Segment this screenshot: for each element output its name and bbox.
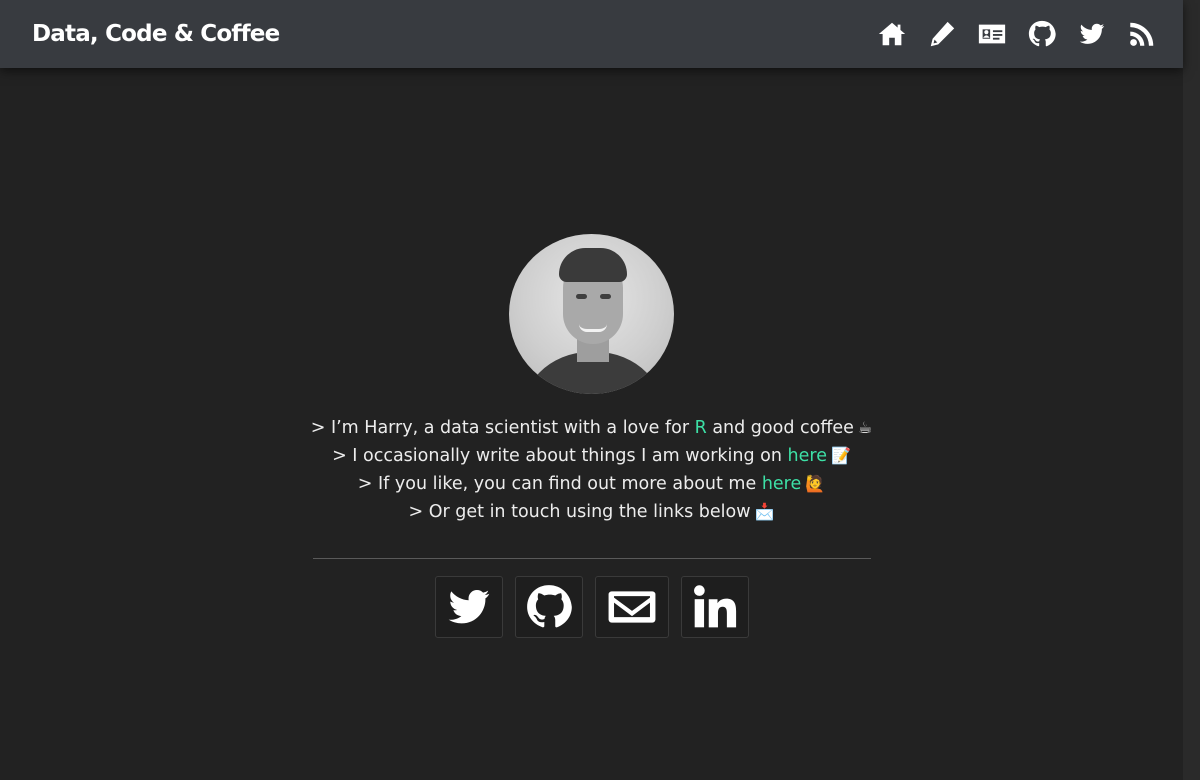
email-button[interactable]: [594, 576, 669, 638]
hero-section: > I’m Harry, a data scientist with a lov…: [0, 234, 1183, 638]
home-icon[interactable]: [877, 19, 907, 49]
bio-text: > I’m Harry, a data scientist with a lov…: [311, 414, 873, 526]
nav-icons: [877, 19, 1157, 49]
linkedin-icon: [693, 585, 736, 628]
about-link[interactable]: here: [762, 474, 801, 494]
raising-hand-icon: 🙋: [805, 474, 826, 493]
github-icon[interactable]: [1027, 19, 1057, 49]
avatar: [509, 234, 674, 394]
bio-line: > I occasionally write about things I am…: [311, 442, 873, 470]
twitter-button[interactable]: [434, 576, 503, 638]
memo-icon: 📝: [830, 446, 851, 465]
envelope-icon: [608, 591, 655, 623]
github-icon: [526, 585, 572, 628]
twitter-icon: [448, 589, 489, 624]
bio-line: > If you like, you can find out more abo…: [311, 470, 873, 498]
envelope-arrow-icon: 📩: [754, 502, 775, 521]
github-button[interactable]: [514, 576, 583, 638]
top-navbar: Data, Code & Coffee: [0, 0, 1183, 68]
divider: [312, 558, 871, 559]
twitter-icon[interactable]: [1077, 19, 1107, 49]
rss-icon[interactable]: [1127, 19, 1157, 49]
social-links: [434, 576, 749, 638]
blog-link[interactable]: here: [788, 446, 827, 466]
pencil-icon[interactable]: [927, 19, 957, 49]
bio-line: > I’m Harry, a data scientist with a lov…: [311, 414, 873, 442]
bio-line: > Or get in touch using the links below 📩: [311, 498, 873, 526]
linkedin-button[interactable]: [680, 576, 749, 638]
scrollbar-track[interactable]: [1183, 0, 1200, 780]
id-card-icon[interactable]: [977, 19, 1007, 49]
r-link[interactable]: R: [695, 418, 707, 438]
site-title[interactable]: Data, Code & Coffee: [32, 21, 280, 47]
coffee-icon: ☕: [857, 418, 873, 437]
